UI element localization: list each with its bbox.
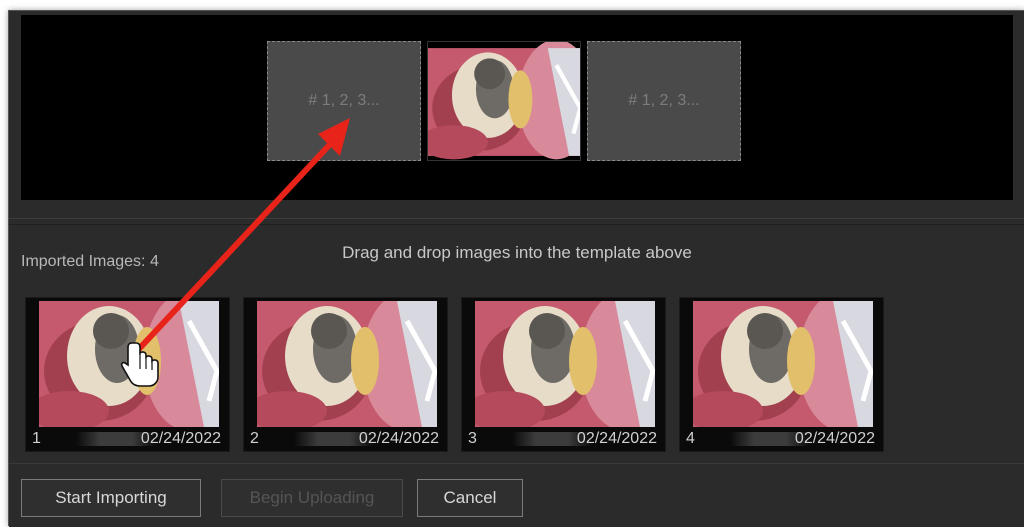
thumbnail-caption: 1 02/24/2022 [26,427,229,451]
thumbnail-index: 1 [32,430,41,447]
template-slot-1[interactable]: # 1, 2, 3... [267,41,421,161]
thumbnail-caption: 2 02/24/2022 [244,427,447,451]
thumbnail-image [39,301,219,427]
thumbnail-index: 2 [250,430,259,447]
dental-photo [693,301,873,427]
start-importing-button[interactable]: Start Importing [21,479,201,517]
thumbnail[interactable]: 2 02/24/2022 [243,297,448,452]
button-bar: Start Importing Begin Uploading Cancel [9,463,1024,527]
thumbnail[interactable]: 1 02/24/2022 [25,297,230,452]
divider [9,218,1024,219]
drag-drop-hint: Drag and drop images into the template a… [342,243,692,262]
thumbnail-image [257,301,437,427]
imported-count: 4 [149,253,159,270]
dental-photo [475,301,655,427]
slot-placeholder: # 1, 2, 3... [628,92,700,109]
thumbnail[interactable]: 4 02/24/2022 [679,297,884,452]
begin-uploading-button[interactable]: Begin Uploading [221,479,403,517]
thumbnail-date: 02/24/2022 [576,430,657,447]
thumbnail-date: 02/24/2022 [358,430,439,447]
thumbnail[interactable]: 3 02/24/2022 [461,297,666,452]
thumbnail-date: 02/24/2022 [140,430,221,447]
thumbnail-strip: 1 02/24/2022 2 02/24/2022 3 02/24/2022 4… [21,293,1021,463]
thumbnail-date: 02/24/2022 [794,430,875,447]
thumbnail-image [693,301,873,427]
slot-placeholder: # 1, 2, 3... [308,92,380,109]
imported-label: Imported Images: [21,253,146,270]
cancel-button[interactable]: Cancel [417,479,523,517]
divider [9,224,1024,225]
dental-photo [428,42,580,160]
thumbnail-caption: 4 02/24/2022 [680,427,883,451]
dental-photo [39,301,219,427]
dental-photo [257,301,437,427]
template-slot-3[interactable]: # 1, 2, 3... [587,41,741,161]
thumbnail-index: 4 [686,430,695,447]
template-slot-2[interactable] [427,41,581,161]
import-dialog: # 1, 2, 3... # 1, 2, 3... Drag and drop … [8,10,1024,527]
thumbnail-index: 3 [468,430,477,447]
template-area: # 1, 2, 3... # 1, 2, 3... [21,15,1013,200]
thumbnail-caption: 3 02/24/2022 [462,427,665,451]
imported-images-count: Imported Images: 4 [21,253,159,271]
thumbnail-image [475,301,655,427]
